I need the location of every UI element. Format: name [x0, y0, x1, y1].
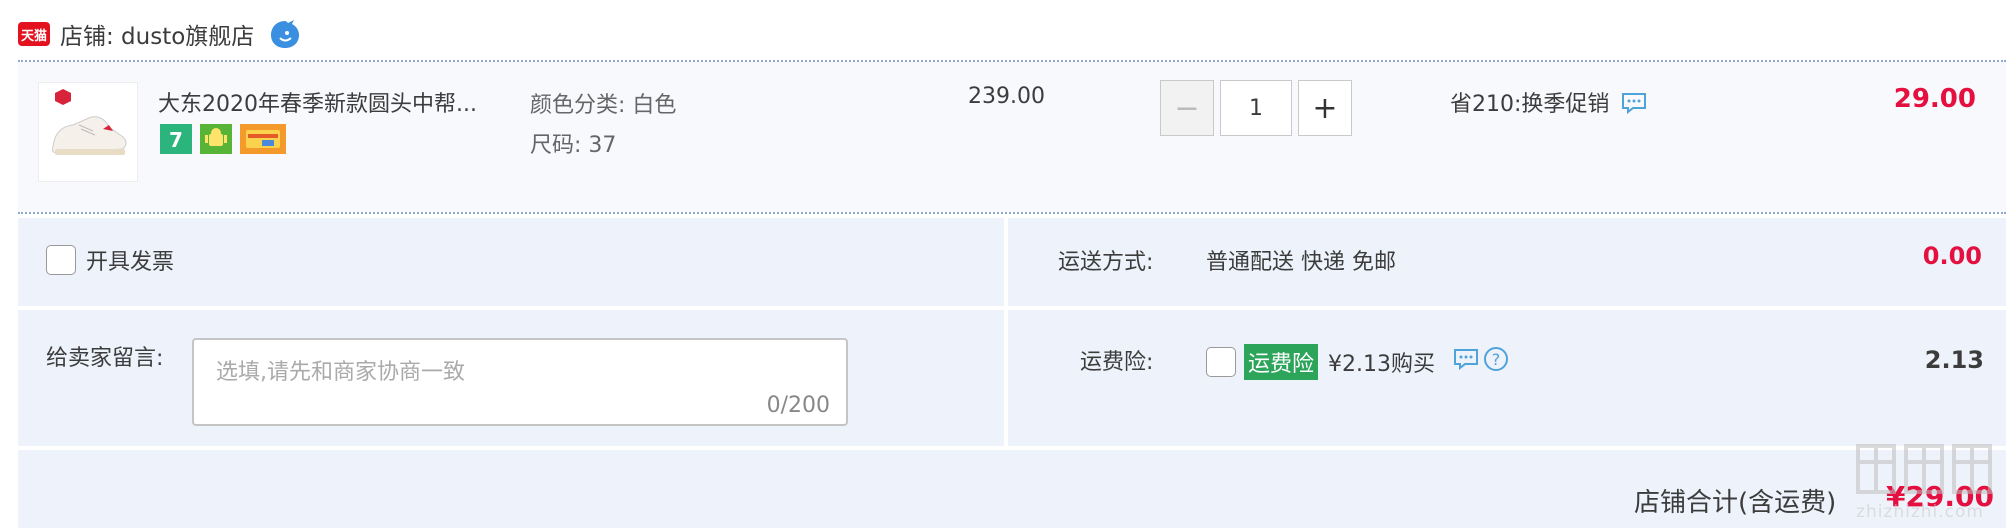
item-subtotal: 29.00	[1893, 84, 1976, 114]
service-icons: 7	[160, 124, 286, 154]
product-thumbnail[interactable]	[38, 82, 138, 182]
message-textarea[interactable]: 选填,请先和商家协商一致 0/200	[192, 338, 848, 426]
shipping-label: 运送方式:	[1058, 250, 1154, 275]
quantity-input[interactable]: 1	[1220, 80, 1292, 136]
invoice-option[interactable]: 开具发票	[46, 244, 174, 276]
message-char-count: 0/200	[766, 393, 830, 418]
insurance-checkbox[interactable]	[1206, 347, 1236, 377]
insurance-label: 运费险:	[1080, 350, 1154, 375]
invoice-label: 开具发票	[86, 250, 175, 275]
message-placeholder: 选填,请先和商家协商一致	[216, 360, 465, 385]
promo-comment-icon[interactable]	[1621, 92, 1647, 120]
shop-name-link[interactable]: 店铺: dusto旗舰店	[60, 17, 254, 51]
invoice-checkbox[interactable]	[46, 245, 76, 275]
credit-card-icon[interactable]	[240, 124, 286, 154]
quantity-decrease-button[interactable]: −	[1160, 80, 1214, 136]
wangwang-chat-icon[interactable]	[268, 18, 302, 50]
tmall-logo: 天猫	[18, 22, 50, 46]
promotion-text: 省210:换季促销	[1450, 92, 1610, 117]
android-icon[interactable]	[200, 124, 232, 154]
sku-color: 颜色分类: 白色	[530, 93, 677, 118]
insurance-tag: 运费险	[1244, 344, 1319, 380]
shipping-cost: 0.00	[1922, 242, 1982, 270]
insurance-cost: 2.13	[1924, 346, 1984, 374]
svg-text:?: ?	[1492, 350, 1501, 369]
divider	[18, 212, 2006, 214]
message-label: 给卖家留言:	[46, 346, 164, 371]
product-title-link[interactable]: 大东2020年春季新款圆头中帮...	[158, 86, 498, 118]
insurance-price: ¥2.13购买	[1328, 352, 1435, 377]
shipping-method[interactable]: 普通配送 快递 免邮	[1206, 244, 1396, 276]
shipping-panel	[1008, 218, 2006, 306]
product-sku: 颜色分类: 白色 尺码: 37	[530, 86, 676, 166]
insurance-option: 运费险 ¥2.13购买 ?	[1206, 344, 1509, 380]
svg-text:7: 7	[169, 128, 183, 152]
7-day-return-icon[interactable]: 7	[160, 124, 192, 154]
order-item-row: 大东2020年春季新款圆头中帮... 7 颜色分类: 白色 尺码: 37 239…	[18, 62, 2006, 212]
watermark-text: zhizhizhi.com	[1856, 502, 1984, 522]
shop-header: 天猫 店铺: dusto旗舰店	[18, 14, 302, 54]
quantity-stepper: − 1 +	[1160, 80, 1352, 136]
quantity-increase-button[interactable]: +	[1298, 80, 1352, 136]
promotion-info: 省210:换季促销	[1450, 84, 1647, 120]
help-question-icon[interactable]: ?	[1483, 346, 1509, 378]
unit-price: 239.00	[968, 84, 1045, 109]
insurance-icons: ?	[1453, 346, 1509, 378]
shop-total-label: 店铺合计(含运费)	[1634, 488, 1837, 518]
insurance-comment-icon[interactable]	[1453, 348, 1479, 376]
watermark-logo: zhizhizhi.com	[1850, 440, 1998, 528]
sku-size: 尺码: 37	[530, 133, 617, 158]
